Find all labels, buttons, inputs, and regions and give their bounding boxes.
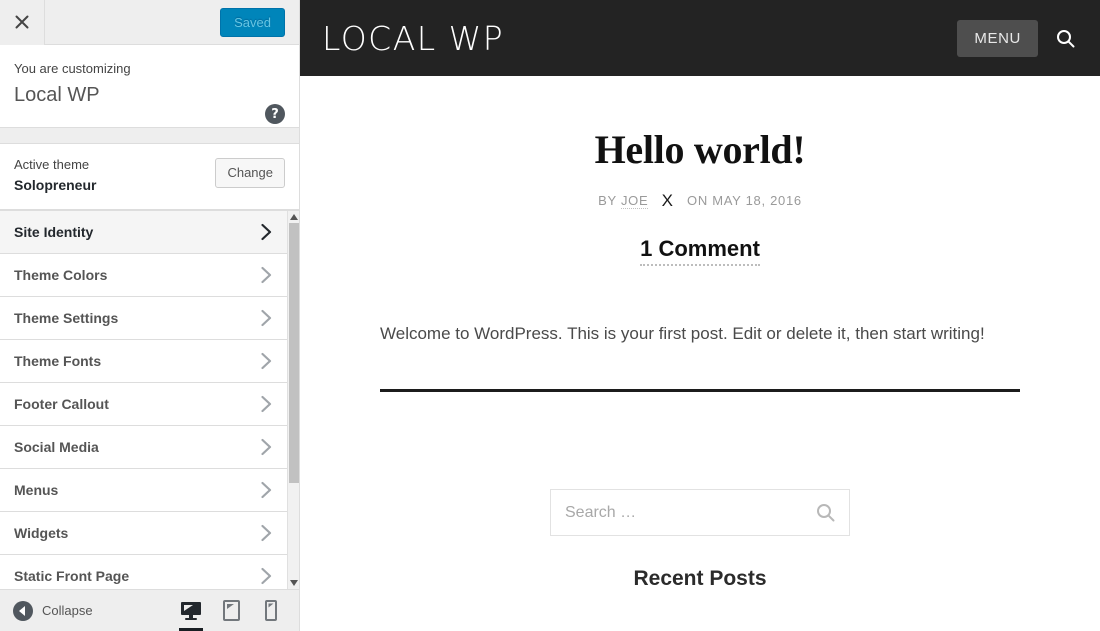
collapse-arrow-icon [13,600,33,621]
chevron-right-icon [261,309,272,327]
customizing-site-name: Local WP [14,83,100,106]
close-customizer-button[interactable] [0,0,45,45]
sidebar-item-label: Menus [14,482,59,498]
chevron-right-icon [261,481,272,499]
sidebar-item-social-media[interactable]: Social Media [0,426,290,469]
scroll-down-arrow-icon[interactable] [288,577,299,589]
search-icon [816,503,835,522]
sidebar-item-label: Static Front Page [14,568,130,584]
byline-prefix: BY [598,193,617,208]
post-comments-label: 1 Comment [640,236,760,266]
tablet-icon [222,600,240,621]
device-tablet-button[interactable] [211,590,251,631]
sidebar-item-footer-callout[interactable]: Footer Callout [0,383,290,426]
chevron-right-icon [261,223,272,241]
preview-content: Hello world! BY JOE X ON MAY 18, 2016 1 … [300,128,1100,591]
chevron-right-icon [261,567,272,585]
post-title: Hello world! [594,127,806,172]
device-mobile-button[interactable] [251,590,291,631]
menu-toggle-button[interactable]: MENU [957,19,1038,57]
chevron-right-icon [261,266,272,284]
change-theme-button[interactable]: Change [215,157,285,189]
sidebar-item-label: Footer Callout [14,396,109,412]
sidebar-item-label: Widgets [14,525,69,541]
header-actions: MENU [957,19,1080,57]
post-comments-link[interactable]: 1 Comment [380,236,1020,266]
chevron-right-icon [261,395,272,413]
sidebar-item-static-front-page[interactable]: Static Front Page [0,555,290,589]
sidebar-item-label: Social Media [14,439,99,455]
scrollbar-thumb[interactable] [289,223,299,483]
collapse-label: Collapse [42,603,93,618]
site-preview-frame: LOCAL WP MENU Hello world! BY JOE X ON M… [300,0,1100,631]
customizer-sidebar: Saved You are customizing Local WP ? Act… [0,0,300,631]
desktop-icon [180,601,202,621]
header-search-button[interactable] [1050,23,1080,53]
device-preview-switcher [171,590,291,631]
sidebar-search-widget [320,489,1080,537]
search-submit-button[interactable] [816,503,835,522]
sidebar-item-label: Theme Fonts [14,353,102,369]
post-byline: BY JOE X ON MAY 18, 2016 [380,190,1020,210]
byline-separator-icon: X [661,191,674,210]
panel-divider [0,127,299,143]
active-theme-panel: Active theme Solopreneur Change [0,142,299,210]
recent-posts-heading: Recent Posts [633,567,767,591]
sidebar-item-site-identity[interactable]: Site Identity [0,211,290,254]
site-title[interactable]: LOCAL WP [322,22,504,55]
sidebar-scrollbar[interactable] [287,211,299,589]
post-body-text: Welcome to WordPress. This is your first… [380,324,985,344]
search-input[interactable] [565,503,816,522]
post-date: ON MAY 18, 2016 [687,193,802,208]
chevron-right-icon [261,524,272,542]
sidebar-item-widgets[interactable]: Widgets [0,512,290,555]
sidebar-item-label: Theme Colors [14,267,108,283]
sidebar-item-menus[interactable]: Menus [0,469,290,512]
customizer-sections-list: Site Identity Theme Colors Theme Settings T… [0,210,299,589]
post-divider [380,389,1020,393]
customizing-info-panel: You are customizing Local WP ? [0,45,299,128]
site-header: LOCAL WP MENU [300,0,1100,76]
close-icon [14,14,30,30]
sidebar-item-theme-fonts[interactable]: Theme Fonts [0,340,290,383]
sidebar-item-theme-settings[interactable]: Theme Settings [0,297,290,340]
device-desktop-button[interactable] [171,590,211,631]
post-author-link[interactable]: JOE [620,193,649,209]
help-icon[interactable]: ? [265,104,285,124]
chevron-right-icon [261,438,272,456]
chevron-right-icon [261,352,272,370]
sidebar-item-label: Theme Settings [14,310,119,326]
customizer-screen: Saved You are customizing Local WP ? Act… [0,0,1100,631]
save-button[interactable]: Saved [220,8,285,37]
customizer-footer-bar: Collapse [0,589,299,631]
search-form [550,489,850,537]
search-icon [1056,29,1075,48]
mobile-icon [265,600,277,621]
collapse-sidebar-button[interactable]: Collapse [0,600,93,621]
scroll-up-arrow-icon[interactable] [288,211,299,223]
customizing-label: You are customizing [14,61,131,76]
sidebar-item-theme-colors[interactable]: Theme Colors [0,254,290,297]
sidebar-item-label: Site Identity [14,224,94,240]
post-article: Hello world! BY JOE X ON MAY 18, 2016 1 … [380,127,1020,393]
customizer-header-bar: Saved [0,0,299,45]
